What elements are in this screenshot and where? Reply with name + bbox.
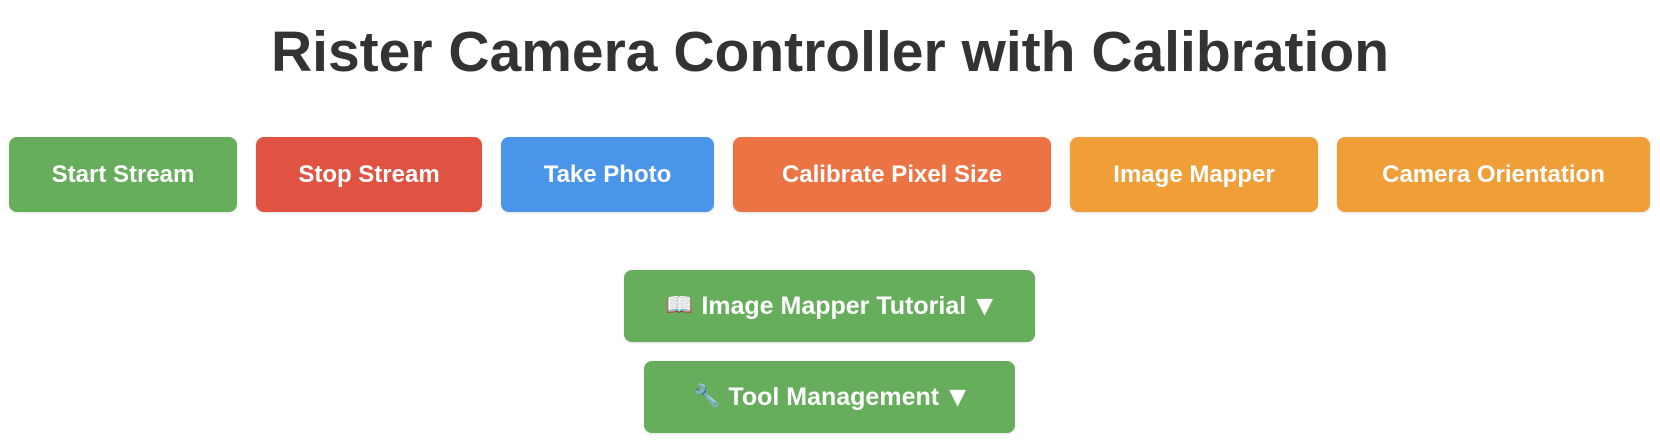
stop-stream-label: Stop Stream (298, 160, 440, 188)
open-book-icon: 📖 (665, 293, 694, 318)
image-mapper-label: Image Mapper (1113, 160, 1275, 188)
calibrate-pixel-size-label: Calibrate Pixel Size (781, 160, 1003, 188)
camera-orientation-label: Camera Orientation (1382, 160, 1605, 188)
chevron-down-icon: ▼ (949, 384, 966, 410)
page-title: Rister Camera Controller with Calibratio… (270, 20, 1390, 84)
image-mapper-button[interactable]: Image Mapper (1070, 137, 1318, 212)
tool-management-label: Tool Management (728, 382, 940, 411)
stop-stream-button[interactable]: Stop Stream (256, 137, 482, 212)
take-photo-button[interactable]: Take Photo (501, 137, 714, 212)
tool-management-toggle[interactable]: 🔧 Tool Management ▼ (644, 361, 1015, 433)
calibrate-pixel-size-button[interactable]: Calibrate Pixel Size (733, 137, 1051, 212)
start-stream-label: Start Stream (51, 160, 195, 188)
camera-orientation-button[interactable]: Camera Orientation (1337, 137, 1650, 212)
take-photo-label: Take Photo (543, 160, 672, 188)
image-mapper-tutorial-label: Image Mapper Tutorial (701, 291, 967, 320)
image-mapper-tutorial-toggle[interactable]: 📖 Image Mapper Tutorial ▼ (624, 270, 1035, 342)
wrench-icon: 🔧 (693, 384, 721, 409)
start-stream-button[interactable]: Start Stream (9, 137, 237, 212)
chevron-down-icon: ▼ (976, 293, 994, 319)
